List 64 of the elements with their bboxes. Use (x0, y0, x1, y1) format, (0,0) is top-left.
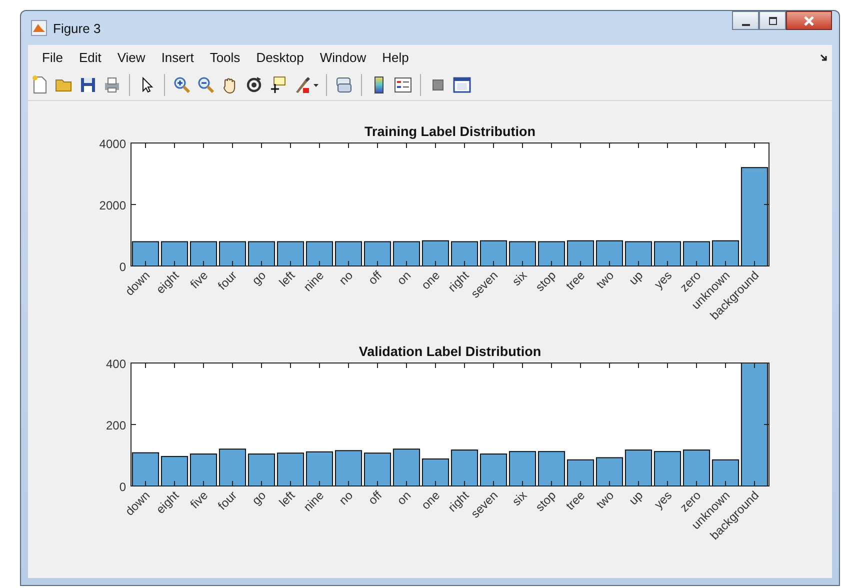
tick-label: on (394, 268, 414, 288)
tick-label: two (594, 268, 617, 292)
maximize-icon (768, 16, 778, 26)
tick-label: 4000 (99, 137, 126, 151)
tick-label: one (418, 488, 443, 512)
tick-label: go (249, 268, 269, 288)
tick-label: nine (300, 488, 327, 514)
tick-label: yes (652, 268, 675, 292)
minimize-button[interactable] (732, 11, 759, 30)
tick-label: 0 (119, 260, 126, 274)
chart-title: Validation Label Distribution (358, 344, 542, 359)
tick-label: two (594, 488, 617, 512)
menu-item[interactable]: Insert (153, 50, 202, 65)
tick-label: one (418, 268, 443, 292)
dock-arrow-icon[interactable] (820, 54, 828, 62)
tick-label: stop (532, 268, 559, 294)
tick-label: five (188, 488, 211, 512)
menu-item[interactable]: View (109, 50, 154, 65)
chart-title: Training Label Distribution (364, 124, 536, 139)
tick-label: five (188, 268, 211, 292)
zoom-out-icon[interactable] (196, 75, 216, 95)
tick-label: yes (652, 488, 675, 512)
menu-item[interactable]: Window (312, 50, 374, 65)
menu-item[interactable]: File (34, 50, 71, 65)
menu-item[interactable]: Edit (70, 50, 110, 65)
tick-label: up (626, 488, 646, 508)
tick-label: tree (563, 268, 588, 293)
tick-label: on (394, 488, 414, 508)
tick-label: off (365, 268, 385, 288)
legend-icon[interactable] (393, 75, 413, 95)
window-title: Figure 3 (53, 20, 101, 36)
tick-label: left (276, 268, 298, 290)
tick-label: no (336, 268, 356, 288)
menu-item[interactable]: Tools (202, 50, 248, 65)
zoom-in-icon[interactable] (172, 75, 192, 95)
close-button[interactable] (786, 11, 832, 30)
tick-label: six (509, 268, 530, 288)
tick-label: nine (300, 268, 327, 294)
printer-icon[interactable] (102, 75, 122, 95)
menu-item[interactable]: Desktop (248, 50, 312, 65)
link-icon[interactable] (334, 75, 354, 95)
tick-label: stop (532, 488, 559, 514)
menu-item[interactable]: Help (374, 50, 417, 65)
tick-label: four (215, 268, 240, 293)
tick-label: no (336, 488, 356, 508)
tick-label: 200 (106, 418, 126, 432)
window-icon[interactable] (452, 75, 472, 95)
tick-label: 400 (106, 357, 126, 371)
tick-label: four (215, 488, 240, 513)
minimize-icon (742, 24, 750, 26)
tick-label: off (365, 488, 385, 508)
rotate-icon[interactable] (244, 75, 264, 95)
tick-label: left (276, 488, 298, 510)
data-cursor-icon[interactable] (268, 75, 288, 95)
tick-label: tree (563, 488, 588, 513)
tick-label: up (626, 268, 646, 288)
app-icon (31, 20, 47, 36)
tick-label: 0 (119, 480, 126, 494)
tick-label: six (509, 488, 530, 508)
maximize-button[interactable] (759, 11, 786, 30)
tick-label: go (249, 488, 269, 508)
tick-label: 2000 (99, 198, 126, 212)
save-icon[interactable] (78, 75, 98, 95)
close-icon (803, 14, 815, 26)
